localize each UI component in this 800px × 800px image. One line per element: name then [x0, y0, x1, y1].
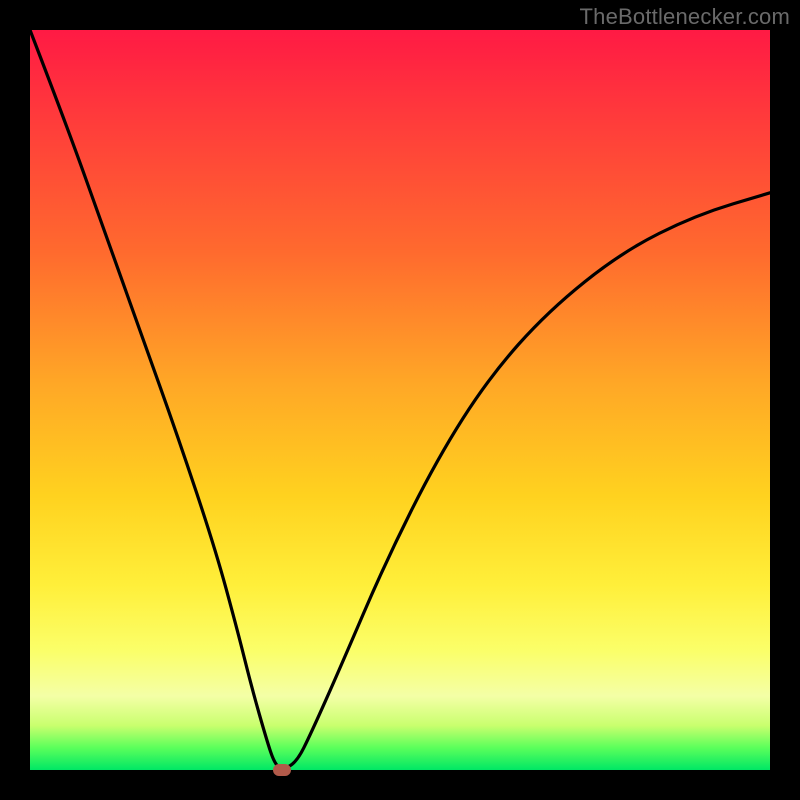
- watermark-text: TheBottlenecker.com: [580, 4, 790, 30]
- plot-area: [30, 30, 770, 770]
- curve-path: [30, 30, 770, 768]
- minimum-marker: [273, 764, 291, 776]
- bottleneck-curve: [30, 30, 770, 770]
- chart-frame: TheBottlenecker.com: [0, 0, 800, 800]
